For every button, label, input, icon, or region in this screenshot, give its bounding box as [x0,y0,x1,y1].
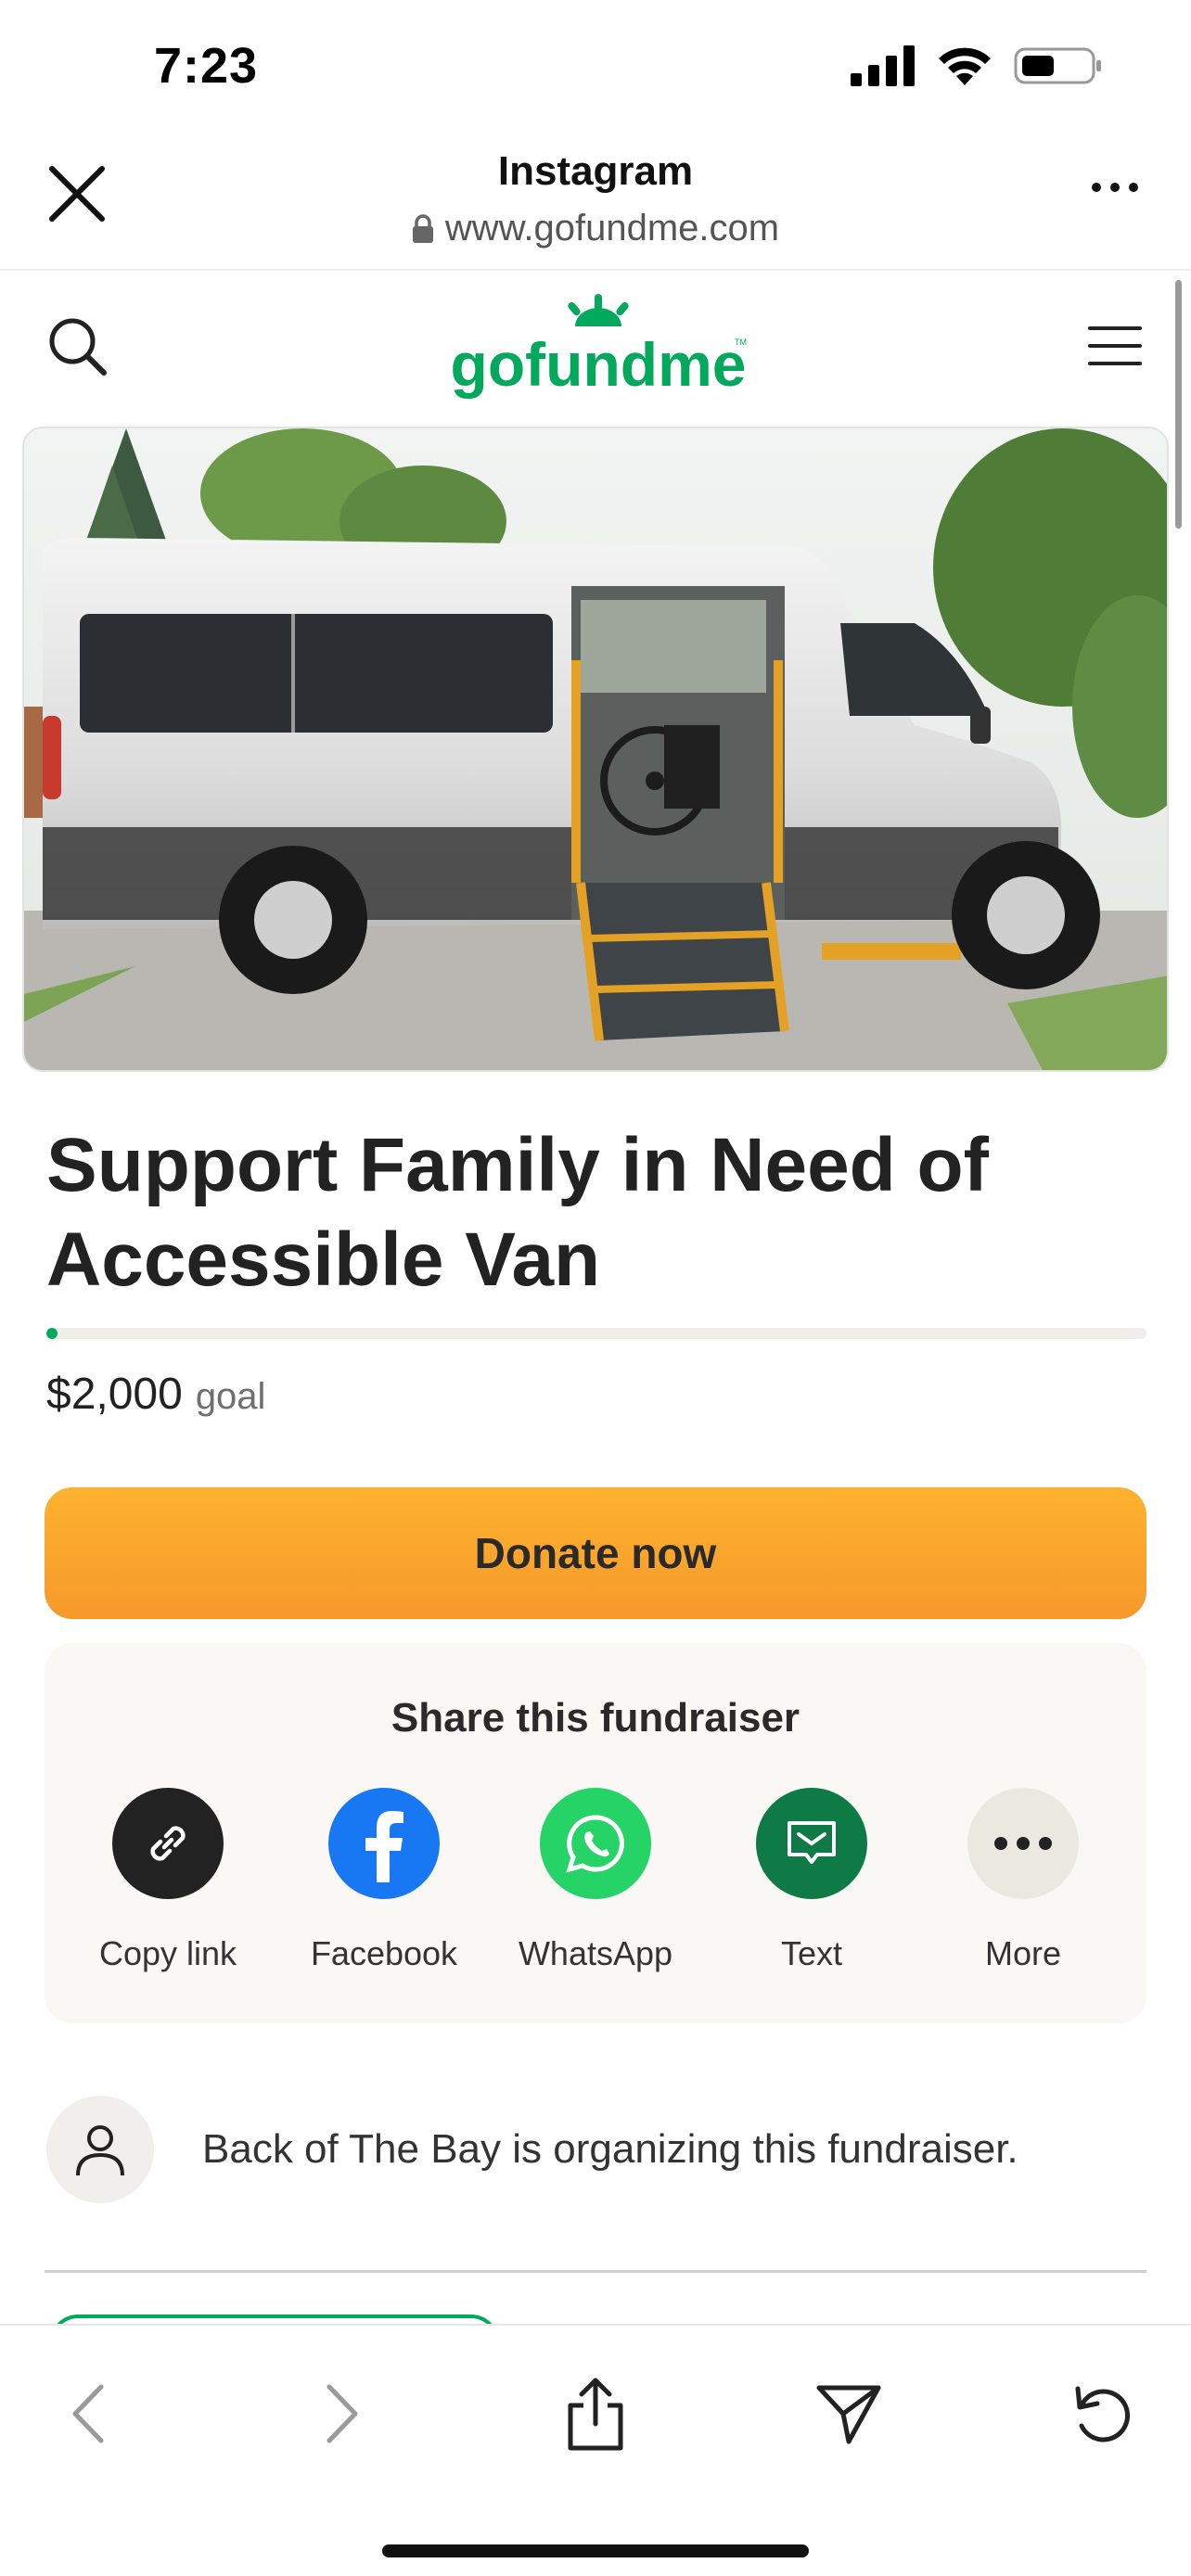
back-button[interactable] [46,2372,130,2455]
share-label: Text [780,1934,843,1972]
lock-icon [412,213,433,243]
logo-text: gofundme [451,330,747,399]
browser-toolbar [0,2324,1191,2576]
share-icon [568,2378,623,2451]
search-icon[interactable] [45,313,111,380]
link-icon [150,1826,186,1861]
goal-amount: $2,000 [46,1370,183,1419]
share-button[interactable] [554,2372,637,2455]
donate-now-button[interactable]: Donate now [45,1487,1146,1619]
share-text[interactable]: Text [719,1788,904,1973]
status-time: 7:23 [154,38,259,94]
share-circle [112,1788,224,1899]
browser-header: Instagram www.gofundme.com [0,139,1191,271]
whatsapp-icon [566,1815,624,1873]
share-copy-link[interactable]: Copy link [75,1788,261,1973]
status-icons [851,45,1103,87]
person-icon [76,2125,124,2176]
fundraiser-title: Support Family in Need of Accessible Van [46,1123,989,1302]
avatar [46,2096,154,2203]
facebook-icon [365,1811,403,1882]
browser-url[interactable]: www.gofundme.com [0,208,1191,249]
site-header: gofundme TM [0,273,1191,421]
goal-info: $2,000 goal [46,1369,265,1420]
url-text: www.gofundme.com [444,208,780,249]
more-options-icon[interactable] [1089,178,1141,197]
status-bar: 7:23 [0,0,1191,139]
goal-label: goal [195,1376,266,1417]
progress-fill [46,1328,58,1339]
chevron-left-icon [72,2384,104,2443]
share-label: More [984,1934,1062,1972]
hamburger-menu-icon[interactable] [1087,325,1143,367]
chevron-right-icon [327,2384,358,2443]
van-illustration [24,428,1167,1070]
more-icon [994,1837,1052,1850]
message-icon [788,1821,836,1864]
share-label: Copy link [98,1934,237,1972]
fundraiser-hero-image[interactable] [22,427,1169,1072]
section-divider [45,2270,1146,2273]
share-circle [540,1788,651,1899]
share-facebook[interactable]: Facebook [291,1788,477,1973]
share-label: WhatsApp [518,1934,673,1972]
send-button[interactable] [807,2372,890,2455]
browser-title: Instagram [497,148,694,194]
cellular-signal-icon [851,45,915,86]
organizer-text: Back of The Bay is organizing this fundr… [202,2126,1018,2172]
wifi-icon [939,47,991,85]
organizer-row[interactable]: Back of The Bay is organizing this fundr… [46,2096,1150,2203]
share-circle [756,1788,867,1899]
battery-icon [1014,47,1101,84]
share-panel: Share this fundraiser Copy link Facebook [45,1643,1146,2023]
gofundme-logo[interactable]: gofundme TM [445,291,751,402]
share-label: Facebook [310,1934,458,1972]
logo-trademark: TM [735,338,747,347]
share-title: Share this fundraiser [391,1695,800,1741]
share-more[interactable]: More [930,1788,1116,1973]
home-indicator[interactable] [382,2544,809,2557]
reload-icon [1075,2386,1131,2442]
share-whatsapp[interactable]: WhatsApp [503,1788,688,1973]
send-icon [816,2385,881,2444]
share-circle [328,1788,440,1899]
share-circle [967,1788,1079,1899]
reload-button[interactable] [1061,2372,1145,2455]
fundraising-progress-bar [46,1328,1146,1339]
forward-button[interactable] [301,2372,384,2455]
